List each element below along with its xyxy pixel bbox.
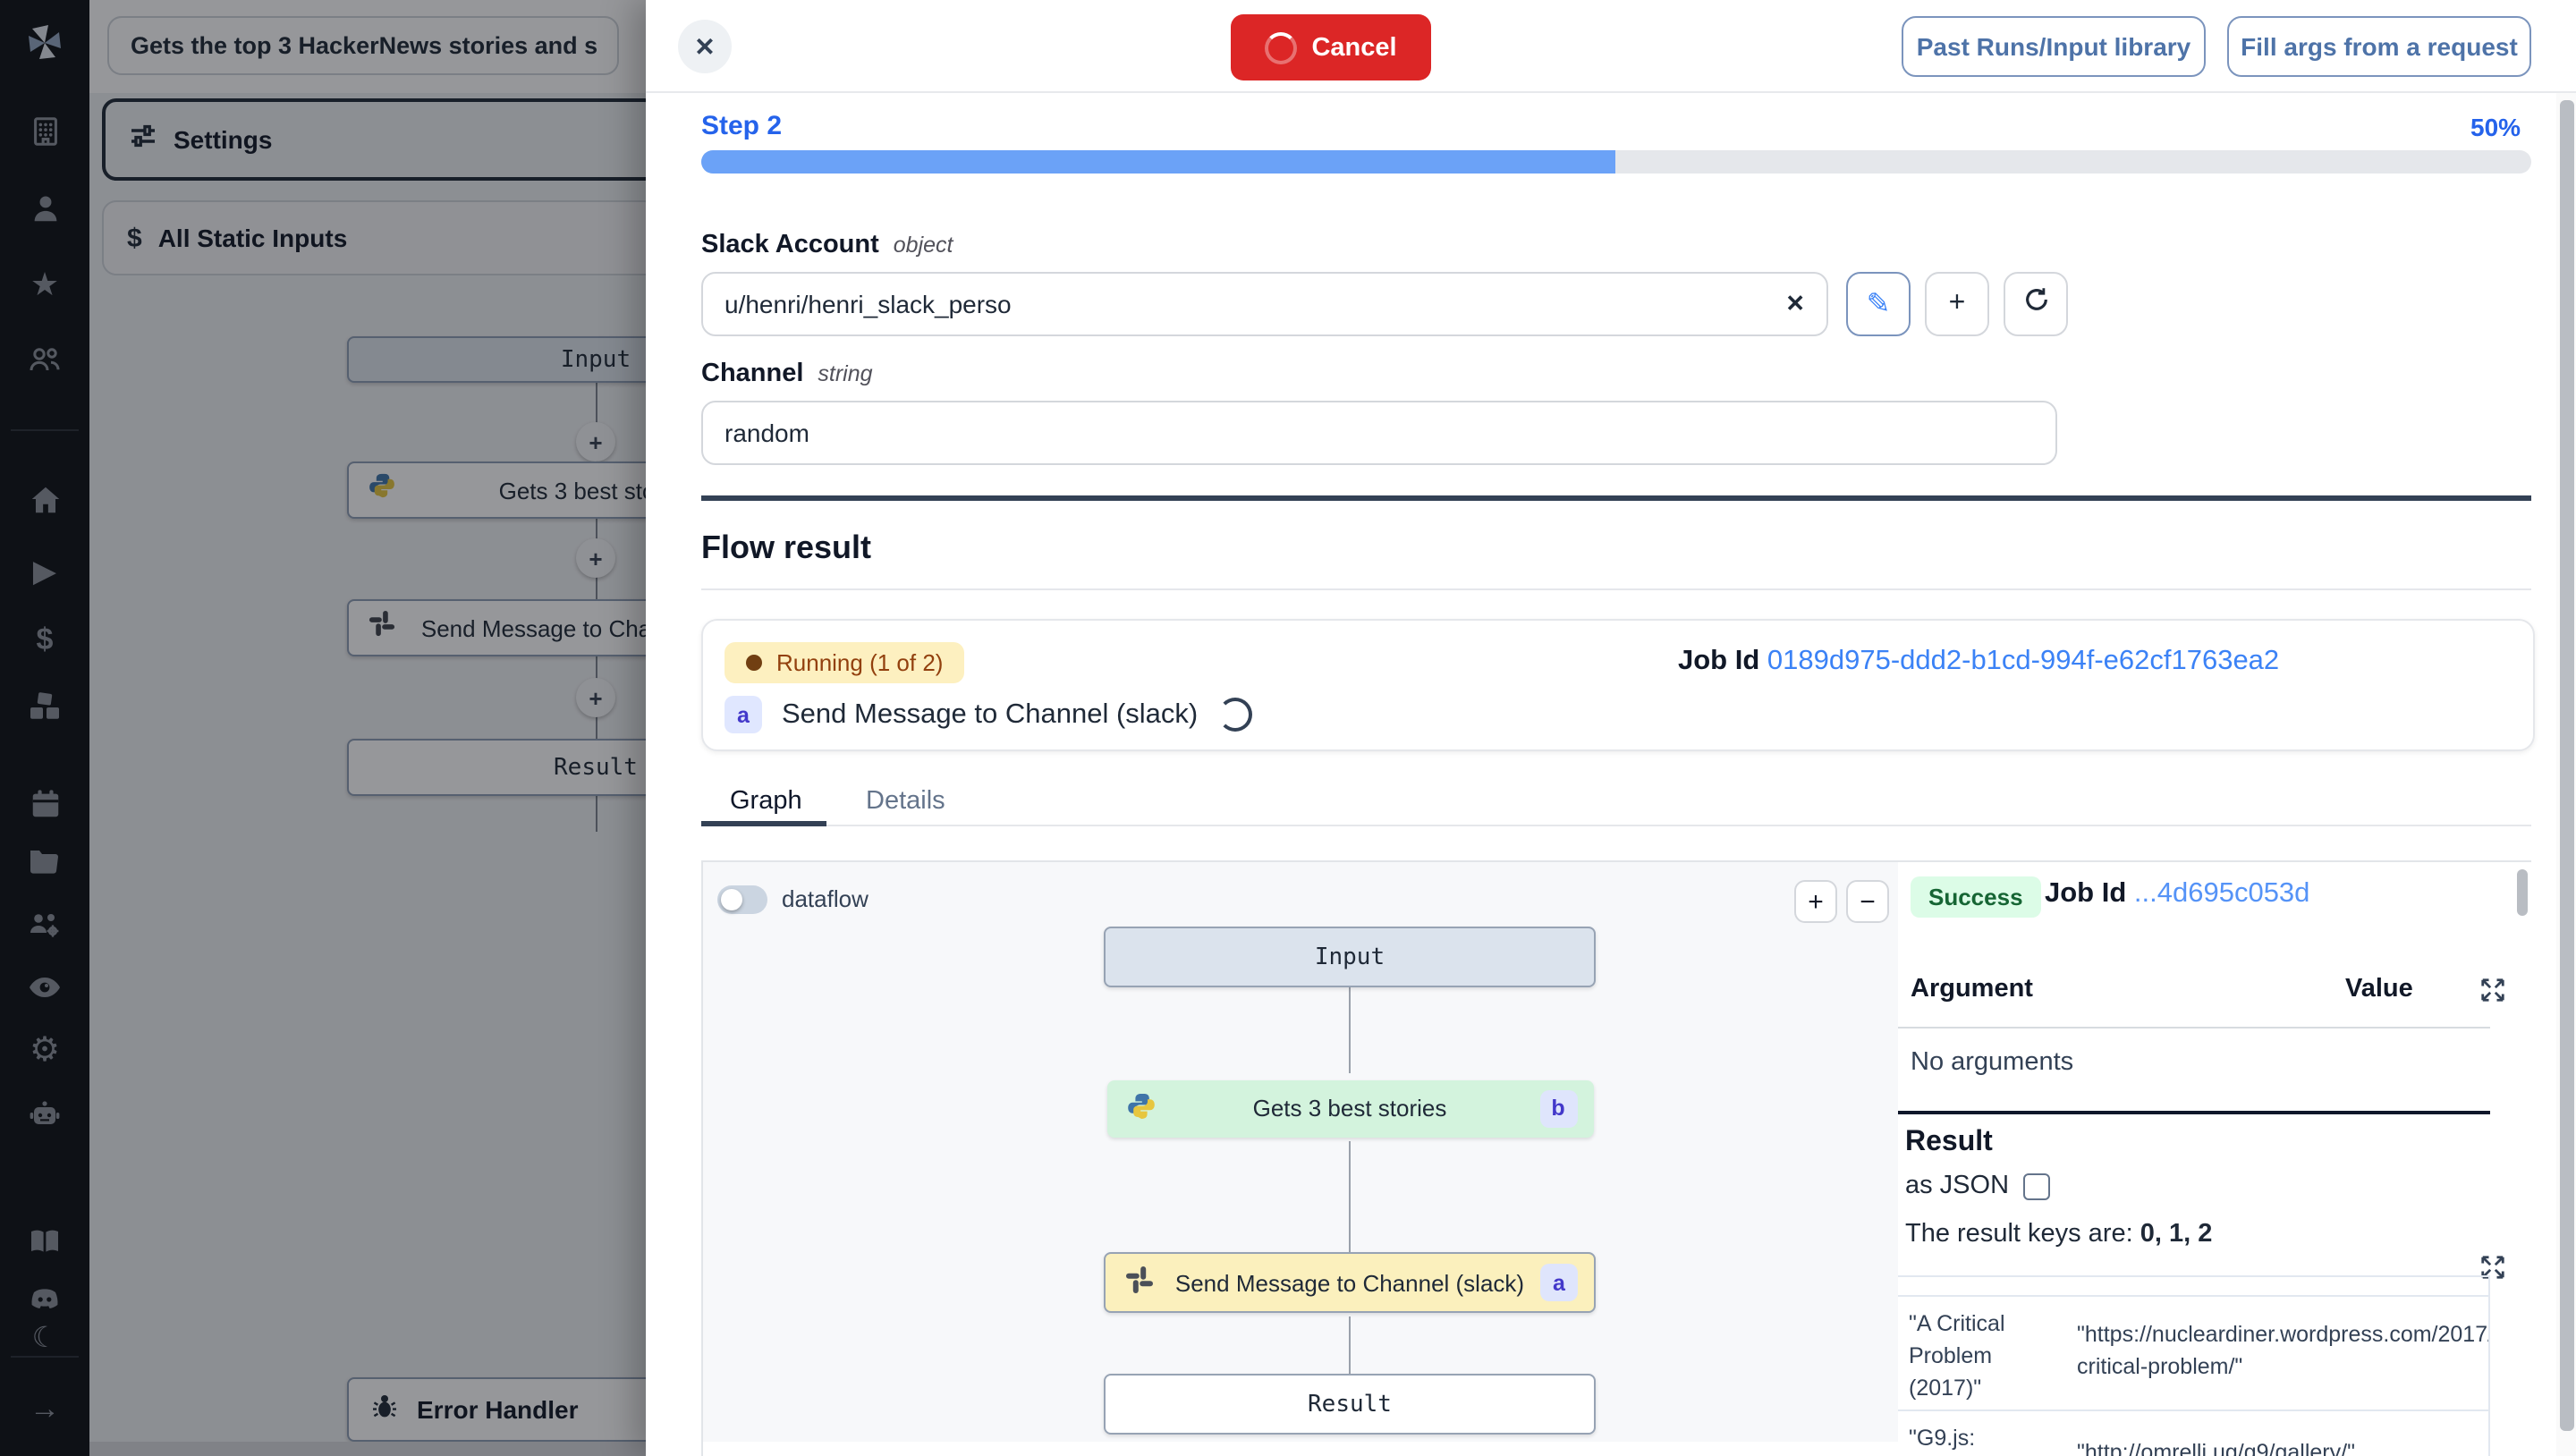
tab-graph[interactable]: Graph [730,787,802,816]
tabs-border [701,825,2531,826]
value-header: Value [2345,975,2413,1003]
add-resource-button[interactable]: + [1925,272,1989,336]
slack-icon [1125,1266,1154,1299]
edit-resource-button[interactable]: ✎ [1846,272,1911,336]
tab-details[interactable]: Details [866,787,945,816]
expand-icon[interactable] [2479,977,2506,1012]
result-value: "https://nucleardiner.wordpress.com/2017… [2077,1318,2488,1383]
active-tab-underline [701,821,826,826]
result-key: "G9.js: Automatically [1909,1422,2042,1456]
panel-scrollbar[interactable] [2517,869,2528,916]
step-spinner-icon [1217,698,1251,732]
python-icon [1126,1091,1155,1125]
modal-header: ✕ Cancel Past Runs/Input library Fill ar… [646,0,2576,93]
graph-node-input[interactable]: Input [1104,927,1596,987]
graph-node-python[interactable]: Gets 3 best stories b [1106,1079,1593,1137]
black-divider [1898,1111,2490,1114]
close-icon: ✕ [694,31,715,62]
panel-job-id-row: Job Id ...4d695c053d [2045,878,2309,910]
result-table-row: "A Critical Problem (2017)" "https://nuc… [1898,1297,2490,1411]
job-id-row: Job Id 0189d975-ddd2-b1cd-994f-e62cf1763… [1678,646,2279,678]
modal-backdrop[interactable] [0,0,646,1456]
past-runs-button[interactable]: Past Runs/Input library [1902,16,2206,77]
divider [701,588,2531,590]
fill-args-button[interactable]: Fill args from a request [2227,16,2531,77]
as-json-checkbox[interactable] [2023,1172,2050,1199]
success-badge: Success [1911,876,2041,918]
graph-node-slack[interactable]: Send Message to Channel (slack) a [1104,1252,1596,1313]
close-button[interactable]: ✕ [678,20,732,73]
graph-edge [1349,1141,1351,1252]
flow-result-heading: Flow result [701,529,871,567]
toggle-knob [721,889,742,910]
progress-bar [701,150,2531,174]
zoom-out-button[interactable]: − [1846,880,1889,923]
graph-edge [1349,1316,1351,1374]
divider [1898,1027,2490,1029]
result-keys-text: The result keys are: 0, 1, 2 [1905,1220,2212,1249]
pencil-icon: ✎ [1867,286,1891,322]
job-id-short-link[interactable]: ...4d695c053d [2134,878,2310,909]
result-table-header [1898,1275,2490,1297]
graph-details-container: dataflow + − Input Gets 3 best stories b [701,860,2531,1456]
flow-graph-viewport[interactable]: dataflow + − Input Gets 3 best stories b [703,862,1900,1442]
no-arguments-text: No arguments [1911,1048,2073,1077]
channel-label: Channelstring [701,358,873,390]
progress-percent: 50% [2470,113,2521,141]
current-step-row: a Send Message to Channel (slack) [724,696,1251,733]
zoom-in-button[interactable]: + [1794,880,1837,923]
refresh-icon [2022,286,2049,322]
dataflow-label: dataflow [782,885,869,912]
node-badge-b: b [1539,1089,1577,1127]
dataflow-toggle[interactable] [717,885,767,914]
progress-bar-fill [701,150,1615,174]
clear-input-icon[interactable]: ✕ [1785,290,1805,318]
step-details-panel: Success Job Id ...4d695c053d Argument Va… [1898,862,2533,1456]
step-label: Step 2 [701,111,782,141]
node-badge-a: a [1540,1264,1578,1301]
run-flow-modal: ✕ Cancel Past Runs/Input library Fill ar… [646,0,2576,1456]
cancel-button[interactable]: Cancel [1231,14,1431,80]
graph-edge [1349,987,1351,1073]
result-heading: Result [1905,1127,1993,1159]
result-key: "A Critical Problem (2017)" [1909,1308,2005,1404]
modal-scrollbar[interactable] [2559,100,2573,1431]
plus-icon: + [1949,288,1966,320]
windmill-app: ★ ▶ $ ⚙ ☾ [0,0,2576,1456]
spinner-icon [1265,31,1297,63]
as-json-row: as JSON [1905,1172,2050,1200]
argument-header: Argument [1911,975,2033,1003]
refresh-resource-button[interactable] [2004,272,2068,336]
status-dot-icon [746,655,762,671]
step-badge: a [724,696,762,733]
graph-node-result[interactable]: Result [1104,1374,1596,1435]
section-divider [701,495,2531,500]
job-id-link[interactable]: 0189d975-ddd2-b1cd-994f-e62cf1763ea2 [1767,646,2279,676]
result-value: "http://omrelli.ug/g9/gallery/" [2077,1436,2488,1456]
slack-account-input[interactable]: u/henri/henri_slack_perso ✕ [701,272,1828,336]
result-table-row: "G9.js: Automatically "http://omrelli.ug… [1898,1411,2490,1456]
slack-account-label: Slack Accountobject [701,229,953,261]
flow-result-card: Running (1 of 2) Job Id 0189d975-ddd2-b1… [701,619,2535,751]
running-status-badge: Running (1 of 2) [724,642,964,683]
channel-input[interactable]: random [701,401,2057,465]
